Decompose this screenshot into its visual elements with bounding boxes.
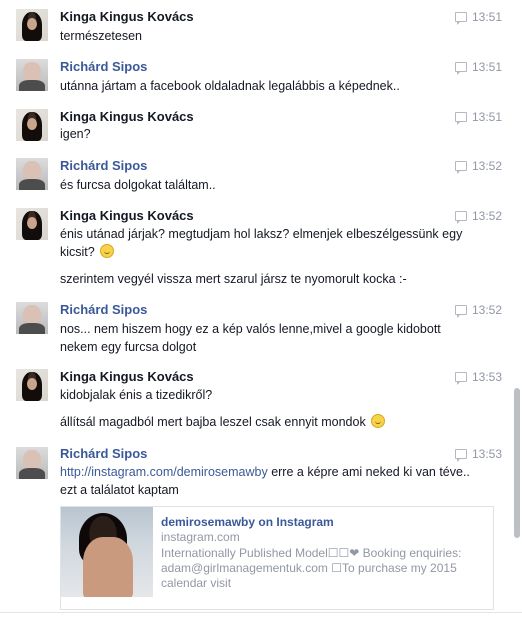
avatar[interactable] — [16, 208, 48, 240]
message-icon — [454, 62, 467, 75]
link-preview-image[interactable] — [61, 507, 153, 597]
message-timestamp: 13:51 — [454, 60, 502, 75]
message-timestamp: 13:52 — [454, 303, 502, 318]
divider — [0, 612, 522, 613]
link-preview-title[interactable]: demirosemawby on Instagram — [161, 515, 334, 529]
message-text: kidobjalak énis a tizedikről? — [60, 388, 213, 402]
sender-name[interactable]: Richárd Sipos — [60, 158, 147, 173]
smiley-icon — [100, 244, 115, 258]
timestamp-text: 13:51 — [471, 10, 502, 24]
sender-name[interactable]: Kinga Kingus Kovács — [60, 208, 194, 223]
timestamp-text: 13:53 — [471, 370, 502, 384]
timestamp-text: 13:52 — [471, 159, 502, 173]
message-timestamp: 13:53 — [454, 370, 502, 385]
timestamp-text: 13:51 — [471, 110, 502, 124]
message-icon — [454, 211, 467, 224]
sender-name[interactable]: Kinga Kingus Kovács — [60, 9, 194, 24]
scrollbar[interactable] — [514, 388, 520, 538]
timestamp-text: 13:53 — [471, 447, 502, 461]
avatar[interactable] — [16, 109, 48, 141]
message-icon — [454, 12, 467, 25]
message-timestamp: 13:51 — [454, 110, 502, 125]
timestamp-text: 13:51 — [471, 60, 502, 74]
message-timestamp: 13:53 — [454, 447, 502, 462]
avatar[interactable] — [16, 158, 48, 190]
message-text: természetesen — [60, 29, 142, 43]
link-preview-domain: instagram.com — [161, 530, 240, 544]
message-text: igen? — [60, 127, 91, 141]
message-icon — [454, 372, 467, 385]
message-text-content: állítsál magadból mert bajba leszel csak… — [60, 415, 366, 429]
message-icon — [454, 161, 467, 174]
sender-name[interactable]: Kinga Kingus Kovács — [60, 109, 194, 124]
message-icon — [454, 112, 467, 125]
link-preview-description: Internationally Published Model☐☐❤ Booki… — [161, 546, 462, 590]
avatar[interactable] — [16, 302, 48, 334]
message-timestamp: 13:51 — [454, 10, 502, 25]
message-text: és furcsa dolgokat találtam.. — [60, 178, 216, 192]
message-text-content: énis utánad járjak? megtudjam hol laksz?… — [60, 227, 463, 259]
avatar[interactable] — [16, 447, 48, 479]
message-timestamp: 13:52 — [454, 159, 502, 174]
sender-name[interactable]: Richárd Sipos — [60, 59, 147, 74]
sender-name[interactable]: Richárd Sipos — [60, 446, 147, 461]
smiley-icon — [371, 414, 386, 428]
message-icon — [454, 305, 467, 318]
message-text: állítsál magadból mert bajba leszel csak… — [60, 413, 490, 431]
message-text: utánna jártam a facebook oldaladnak lega… — [60, 79, 400, 93]
message-text: http://instagram.com/demirosemawby erre … — [60, 463, 480, 499]
instagram-link[interactable]: http://instagram.com/demirosemawby — [60, 465, 268, 479]
message-timestamp: 13:52 — [454, 209, 502, 224]
message-text: énis utánad járjak? megtudjam hol laksz?… — [60, 225, 470, 261]
avatar[interactable] — [16, 369, 48, 401]
sender-name[interactable]: Kinga Kingus Kovács — [60, 369, 194, 384]
message-text: szerintem vegyél vissza mert szarul járs… — [60, 272, 407, 286]
timestamp-text: 13:52 — [471, 303, 502, 317]
sender-name[interactable]: Richárd Sipos — [60, 302, 147, 317]
avatar[interactable] — [16, 9, 48, 41]
message-text: nos... nem hiszem hogy ez a kép valós le… — [60, 322, 441, 354]
timestamp-text: 13:52 — [471, 209, 502, 223]
link-preview-card[interactable]: demirosemawby on Instagram instagram.com… — [60, 506, 494, 610]
avatar[interactable] — [16, 59, 48, 91]
message-icon — [454, 449, 467, 462]
